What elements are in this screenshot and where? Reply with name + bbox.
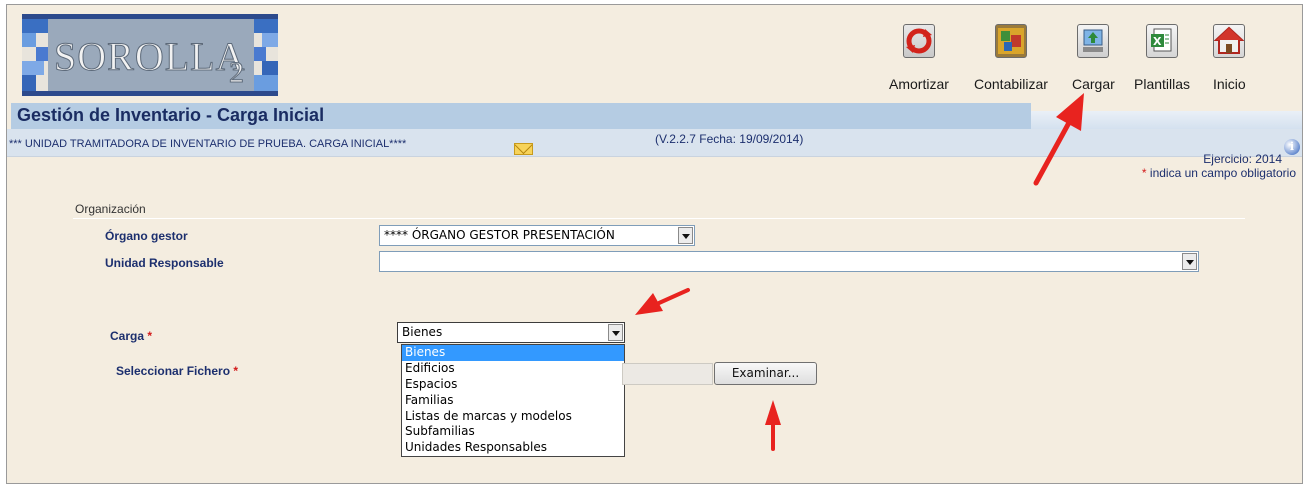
app-window: SOROLLA 2 Amortizar Contabilizar Cargar … xyxy=(6,4,1303,484)
annotation-arrow-carga xyxy=(635,288,690,315)
annotation-arrow-cargar xyxy=(1033,93,1084,186)
annotation-arrows xyxy=(635,93,1084,451)
annotation-arrow-examinar xyxy=(765,400,781,451)
